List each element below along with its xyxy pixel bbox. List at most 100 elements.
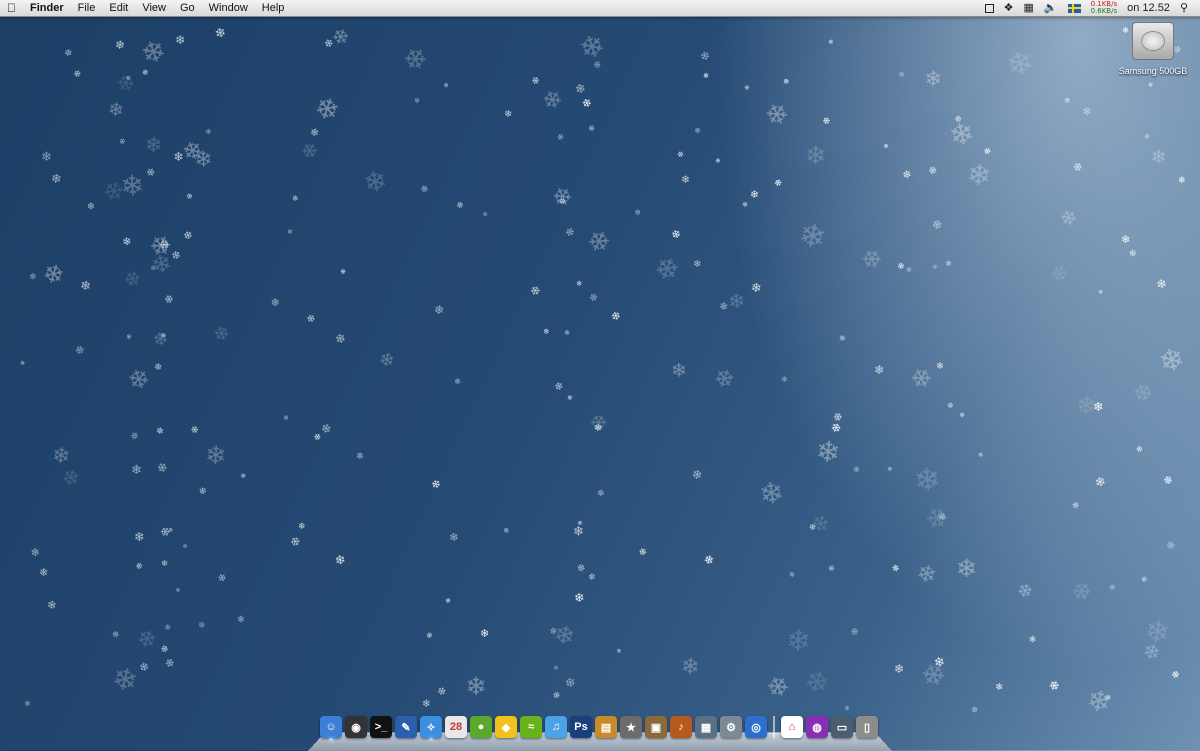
- menu-window[interactable]: Window: [202, 0, 255, 16]
- dock-item[interactable]: ▭: [831, 716, 853, 744]
- snowflake: ❄: [108, 629, 122, 642]
- snowflake: ❄: [107, 98, 126, 122]
- screen-sharing-icon[interactable]: ▭: [831, 716, 853, 738]
- snowflake: ❄: [130, 463, 143, 479]
- snowflake: ❄: [444, 528, 462, 545]
- dvd-player-icon[interactable]: ◎: [745, 716, 767, 738]
- dock-item[interactable]: ▤: [595, 716, 617, 744]
- snowflake: ❄: [785, 623, 812, 659]
- terminal-icon[interactable]: >_: [370, 716, 392, 738]
- network-monitor[interactable]: 0.1KB/s 0.6KB/s: [1091, 1, 1118, 15]
- snowflake: ❄: [837, 332, 848, 344]
- dock-item[interactable]: >_: [370, 716, 392, 744]
- snowflake: ❄: [573, 561, 587, 576]
- spotify-icon[interactable]: ≈: [520, 716, 542, 738]
- app-menu-finder[interactable]: Finder: [23, 0, 71, 16]
- snowflake: ❄: [721, 287, 751, 315]
- dock-item[interactable]: ☺: [320, 716, 342, 744]
- dock-item[interactable]: ▣: [645, 716, 667, 744]
- notes-icon[interactable]: ▤: [595, 716, 617, 738]
- volume-icon[interactable]: 🔈: [1044, 0, 1058, 16]
- preview-icon[interactable]: ✎: [395, 716, 417, 738]
- menu-view[interactable]: View: [135, 0, 173, 16]
- snowflake: ❄: [1046, 259, 1073, 290]
- snowflake: ❄: [396, 39, 435, 80]
- snowflake: ❄: [926, 163, 939, 178]
- cyberduck-icon[interactable]: ◆: [495, 716, 517, 738]
- home-folder-icon[interactable]: ⌂: [781, 716, 803, 738]
- spaces-menu-icon[interactable]: [984, 3, 994, 13]
- dock-item[interactable]: ◉: [345, 716, 367, 744]
- dock-item[interactable]: ◍: [806, 716, 828, 744]
- dock-item[interactable]: ⌂: [781, 716, 803, 744]
- itunes-icon[interactable]: ♫: [545, 716, 567, 738]
- snowflake: ❄: [873, 363, 885, 378]
- snowflake: ❄: [40, 149, 53, 166]
- snowflake: ❄: [118, 233, 135, 249]
- snowflake: ❄: [1089, 398, 1108, 416]
- system-preferences-icon[interactable]: ⚙: [720, 716, 742, 738]
- snowflake: ❄: [49, 169, 63, 187]
- dock-item[interactable]: ◆: [495, 716, 517, 744]
- snowflake: ❄: [133, 560, 145, 573]
- snowflake: ❄: [713, 156, 722, 166]
- finder-icon[interactable]: ☺: [320, 716, 342, 738]
- snowflake: ❄: [1090, 473, 1109, 492]
- dock-item[interactable]: ★: [620, 716, 642, 744]
- safari-icon[interactable]: ✧: [420, 716, 442, 738]
- snowflake: ❄: [1104, 693, 1112, 703]
- spaces-grid-icon[interactable]: ▦: [1023, 0, 1033, 16]
- dock-item[interactable]: ●: [470, 716, 492, 744]
- spotlight-icon[interactable]: ⚲: [1180, 0, 1188, 16]
- snowflake: ❄: [750, 472, 792, 513]
- dock-item[interactable]: ▦: [695, 716, 717, 744]
- snowflake: ❄: [175, 32, 186, 47]
- photoshop-icon[interactable]: Ps: [570, 716, 592, 738]
- apple-icon[interactable]: : [0, 0, 23, 16]
- snowflake: ❄: [451, 375, 463, 387]
- desktop-drive[interactable]: Samsung 500GB: [1116, 22, 1190, 76]
- hard-drive-icon: [1132, 22, 1174, 60]
- snowflake: ❄: [308, 125, 320, 140]
- dock-item[interactable]: Ps: [570, 716, 592, 744]
- imovie-icon[interactable]: ★: [620, 716, 642, 738]
- snowflake: ❄: [664, 358, 691, 383]
- snowflake: ❄: [551, 663, 561, 674]
- dock-item[interactable]: 28: [445, 716, 467, 744]
- dock-item[interactable]: ⚙: [720, 716, 742, 744]
- input-source-flag-icon[interactable]: [1067, 3, 1081, 13]
- snowflake: ❄: [942, 258, 954, 270]
- snowflake: ❄: [98, 174, 128, 209]
- podcast-icon[interactable]: ◍: [806, 716, 828, 738]
- trash-icon[interactable]: ▯: [856, 716, 878, 738]
- menu-file[interactable]: File: [71, 0, 103, 16]
- spaces-icon[interactable]: ▦: [695, 716, 717, 738]
- snowflake: ❄: [631, 206, 643, 218]
- dock-item[interactable]: ≈: [520, 716, 542, 744]
- dock-item[interactable]: ✎: [395, 716, 417, 744]
- adium-icon[interactable]: ●: [470, 716, 492, 738]
- menu-go[interactable]: Go: [173, 0, 202, 16]
- snowflake: ❄: [828, 419, 844, 437]
- snowflake: ❄: [563, 224, 577, 240]
- snowflake: ❄: [141, 67, 150, 78]
- iphoto-icon[interactable]: ▣: [645, 716, 667, 738]
- clock[interactable]: on 12.52: [1127, 0, 1170, 16]
- dock-item[interactable]: ♪: [670, 716, 692, 744]
- snowflake: ❄: [432, 301, 445, 318]
- snowflake: ❄: [750, 279, 763, 296]
- dashboard-icon[interactable]: ◉: [345, 716, 367, 738]
- dock-item[interactable]: ♫: [545, 716, 567, 744]
- snowflake: ❄: [929, 653, 948, 672]
- snowflake: ❄: [742, 82, 751, 93]
- menu-edit[interactable]: Edit: [102, 0, 135, 16]
- ical-icon[interactable]: 28: [445, 716, 467, 738]
- dock-item[interactable]: ✧: [420, 716, 442, 744]
- dock-item[interactable]: ◎: [745, 716, 767, 744]
- snowflake: ❄: [319, 419, 334, 438]
- garageband-icon[interactable]: ♪: [670, 716, 692, 738]
- dropbox-icon[interactable]: ❖: [1004, 0, 1014, 16]
- snowflake: ❄: [885, 465, 894, 474]
- menu-help[interactable]: Help: [255, 0, 292, 16]
- dock-item[interactable]: ▯: [856, 716, 878, 744]
